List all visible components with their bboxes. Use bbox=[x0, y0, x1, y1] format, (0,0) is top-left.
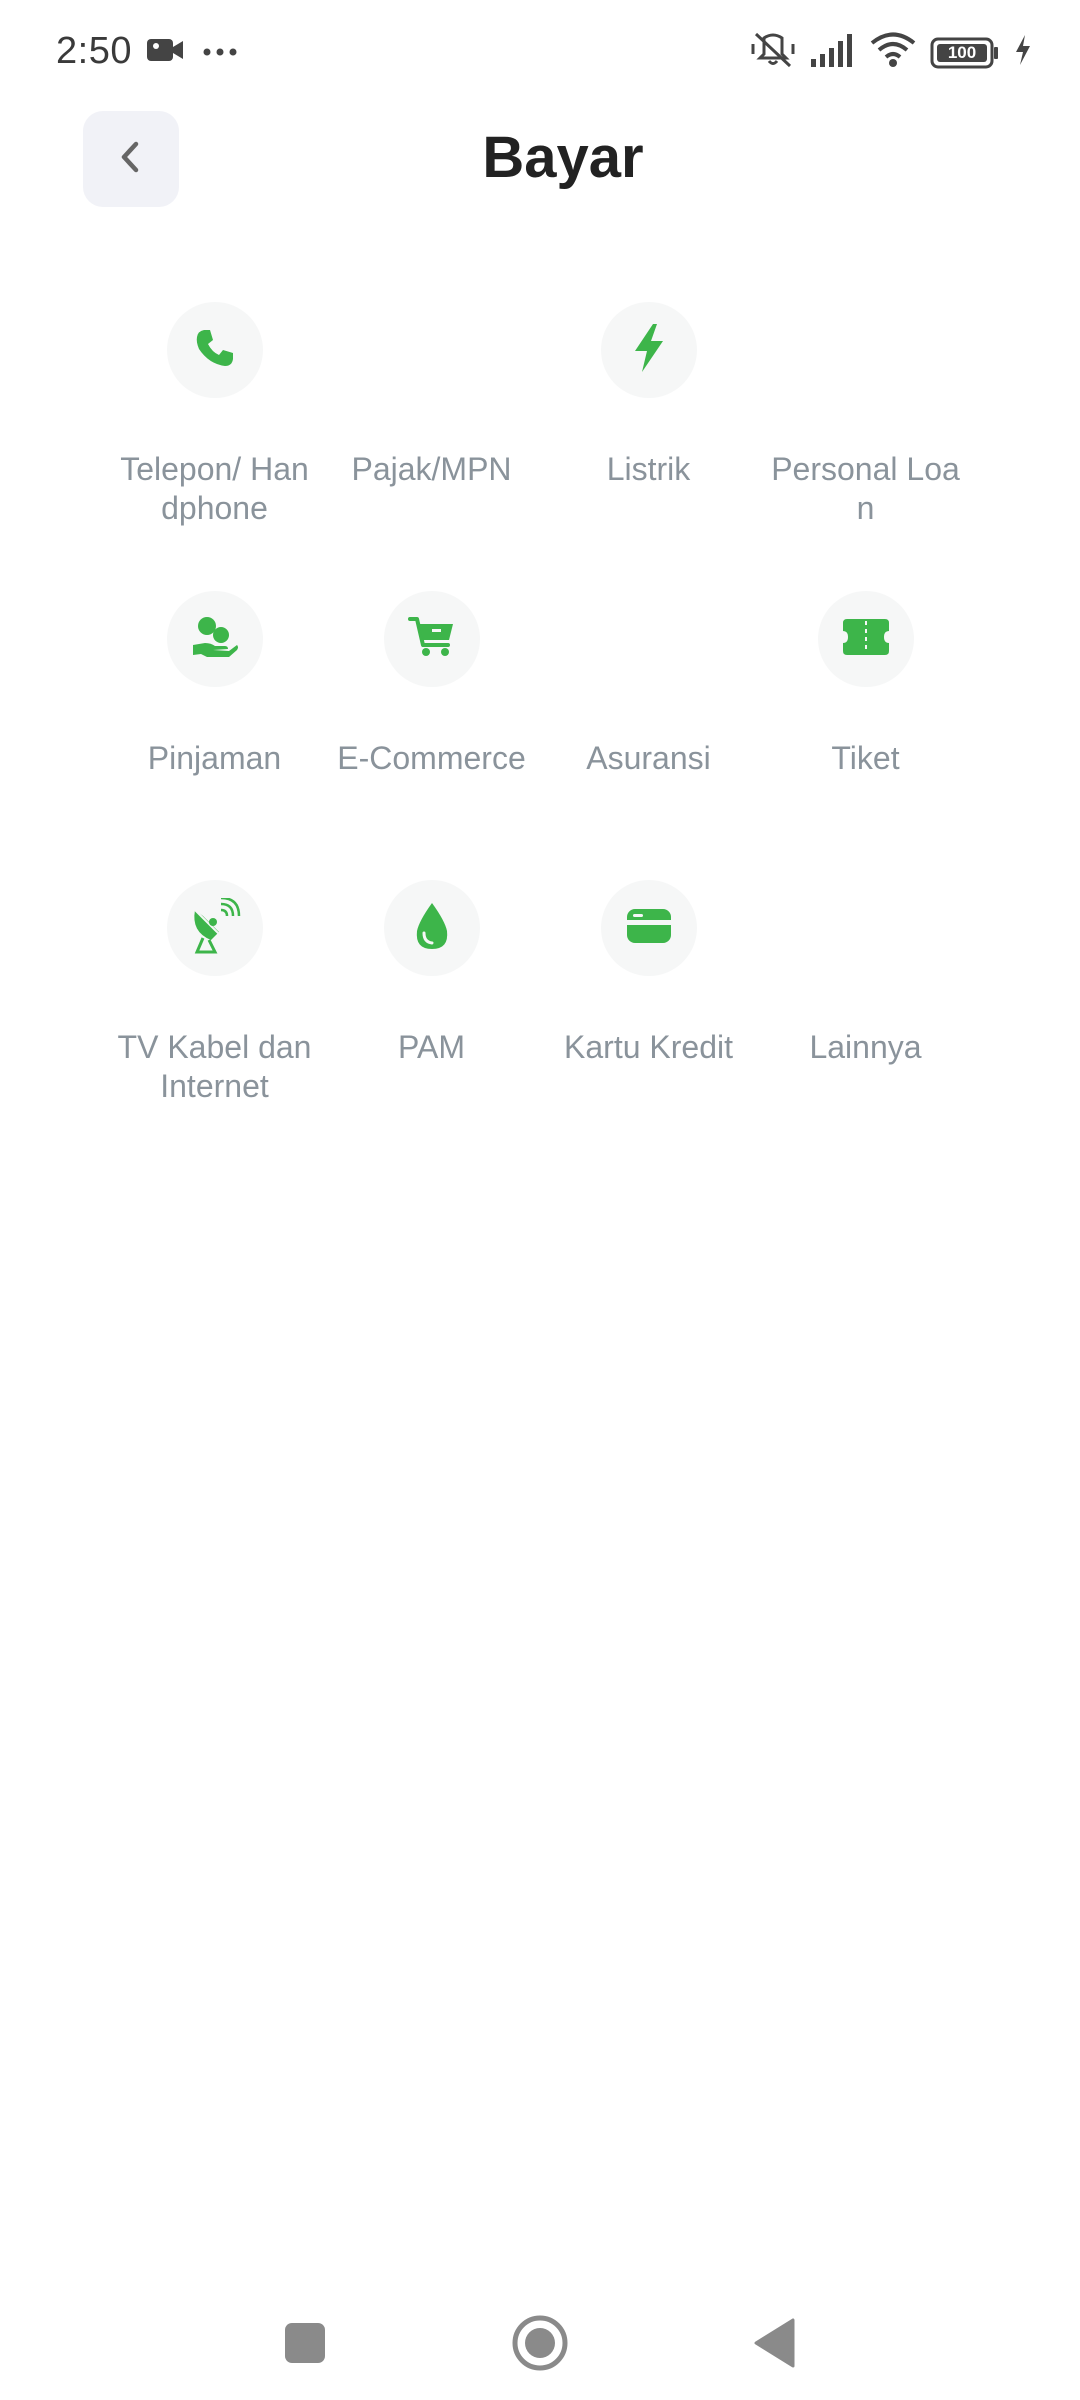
signal-icon bbox=[810, 33, 856, 72]
icon-circle bbox=[817, 591, 914, 687]
payment-menu-grid: Telepon/ Handphone Pajak/MPN Listrik Per… bbox=[106, 288, 974, 1155]
system-nav-bar bbox=[0, 2290, 1080, 2400]
menu-label: Personal Loan bbox=[771, 451, 960, 526]
menu-label: Listrik bbox=[606, 451, 691, 487]
phone-icon bbox=[194, 327, 236, 374]
menu-item-tv-kabel[interactable]: TV Kabel dan Internet bbox=[106, 866, 323, 1155]
menu-item-personal-loan[interactable]: Personal Loan bbox=[757, 288, 974, 577]
satellite-dish-icon bbox=[189, 896, 241, 959]
menu-item-pam[interactable]: PAM bbox=[323, 866, 540, 1155]
menu-label: Kartu Kredit bbox=[564, 1029, 733, 1065]
lightning-icon bbox=[631, 323, 667, 378]
status-left-icons bbox=[146, 36, 238, 69]
screen: 2:50 100 Bayar Telepon/ Handphone Pajak/… bbox=[0, 0, 1080, 2400]
icon-circle bbox=[383, 880, 480, 976]
icon-circle bbox=[601, 591, 697, 687]
menu-label: E-Commerce bbox=[337, 740, 526, 776]
menu-item-kartu-kredit[interactable]: Kartu Kredit bbox=[540, 866, 757, 1155]
menu-item-telepon[interactable]: Telepon/ Handphone bbox=[106, 288, 323, 577]
credit-card-icon bbox=[624, 906, 674, 951]
water-drop-icon bbox=[413, 901, 451, 956]
cart-icon bbox=[407, 615, 456, 664]
menu-item-tiket[interactable]: Tiket bbox=[757, 577, 974, 866]
recent-apps-icon bbox=[283, 2321, 327, 2370]
nav-back-button[interactable] bbox=[740, 2310, 810, 2380]
status-bar: 2:50 100 bbox=[0, 0, 1080, 100]
icon-circle bbox=[166, 880, 263, 976]
menu-label: Pajak/MPN bbox=[351, 451, 512, 487]
back-icon bbox=[753, 2318, 797, 2373]
loan-hand-icon bbox=[191, 615, 239, 664]
header: Bayar bbox=[0, 100, 1080, 230]
menu-item-pajak[interactable]: Pajak/MPN bbox=[323, 288, 540, 577]
more-dots-icon bbox=[202, 44, 238, 62]
wifi-icon bbox=[870, 32, 916, 73]
mute-icon bbox=[750, 30, 796, 75]
menu-label: Tiket bbox=[831, 740, 900, 776]
icon-circle bbox=[818, 302, 914, 398]
home-icon bbox=[510, 2313, 570, 2378]
icon-circle bbox=[818, 880, 914, 976]
icon-circle bbox=[384, 302, 480, 398]
battery-icon: 100 bbox=[930, 36, 1000, 70]
status-right-icons: 100 bbox=[750, 30, 1032, 75]
menu-label: Lainnya bbox=[809, 1029, 922, 1065]
page-title: Bayar bbox=[482, 125, 644, 190]
recent-apps-button[interactable] bbox=[270, 2310, 340, 2380]
menu-label: Asuransi bbox=[586, 740, 711, 776]
menu-item-asuransi[interactable]: Asuransi bbox=[540, 577, 757, 866]
icon-circle bbox=[600, 880, 697, 976]
home-button[interactable] bbox=[505, 2310, 575, 2380]
menu-item-e-commerce[interactable]: E-Commerce bbox=[323, 577, 540, 866]
ticket-icon bbox=[841, 617, 891, 662]
icon-circle bbox=[166, 591, 263, 687]
menu-item-pinjaman[interactable]: Pinjaman bbox=[106, 577, 323, 866]
menu-item-lainnya[interactable]: Lainnya bbox=[757, 866, 974, 1155]
status-time: 2:50 bbox=[56, 30, 132, 72]
charging-icon bbox=[1014, 34, 1032, 71]
icon-circle bbox=[383, 591, 480, 687]
icon-circle bbox=[600, 302, 697, 398]
icon-circle bbox=[166, 302, 263, 398]
menu-label: TV Kabel dan Internet bbox=[117, 1029, 312, 1104]
menu-label: PAM bbox=[398, 1029, 465, 1065]
menu-label: Telepon/ Handphone bbox=[120, 451, 309, 526]
video-camera-icon bbox=[146, 36, 184, 69]
menu-label: Pinjaman bbox=[147, 740, 282, 776]
battery-level: 100 bbox=[947, 42, 977, 62]
menu-item-listrik[interactable]: Listrik bbox=[540, 288, 757, 577]
